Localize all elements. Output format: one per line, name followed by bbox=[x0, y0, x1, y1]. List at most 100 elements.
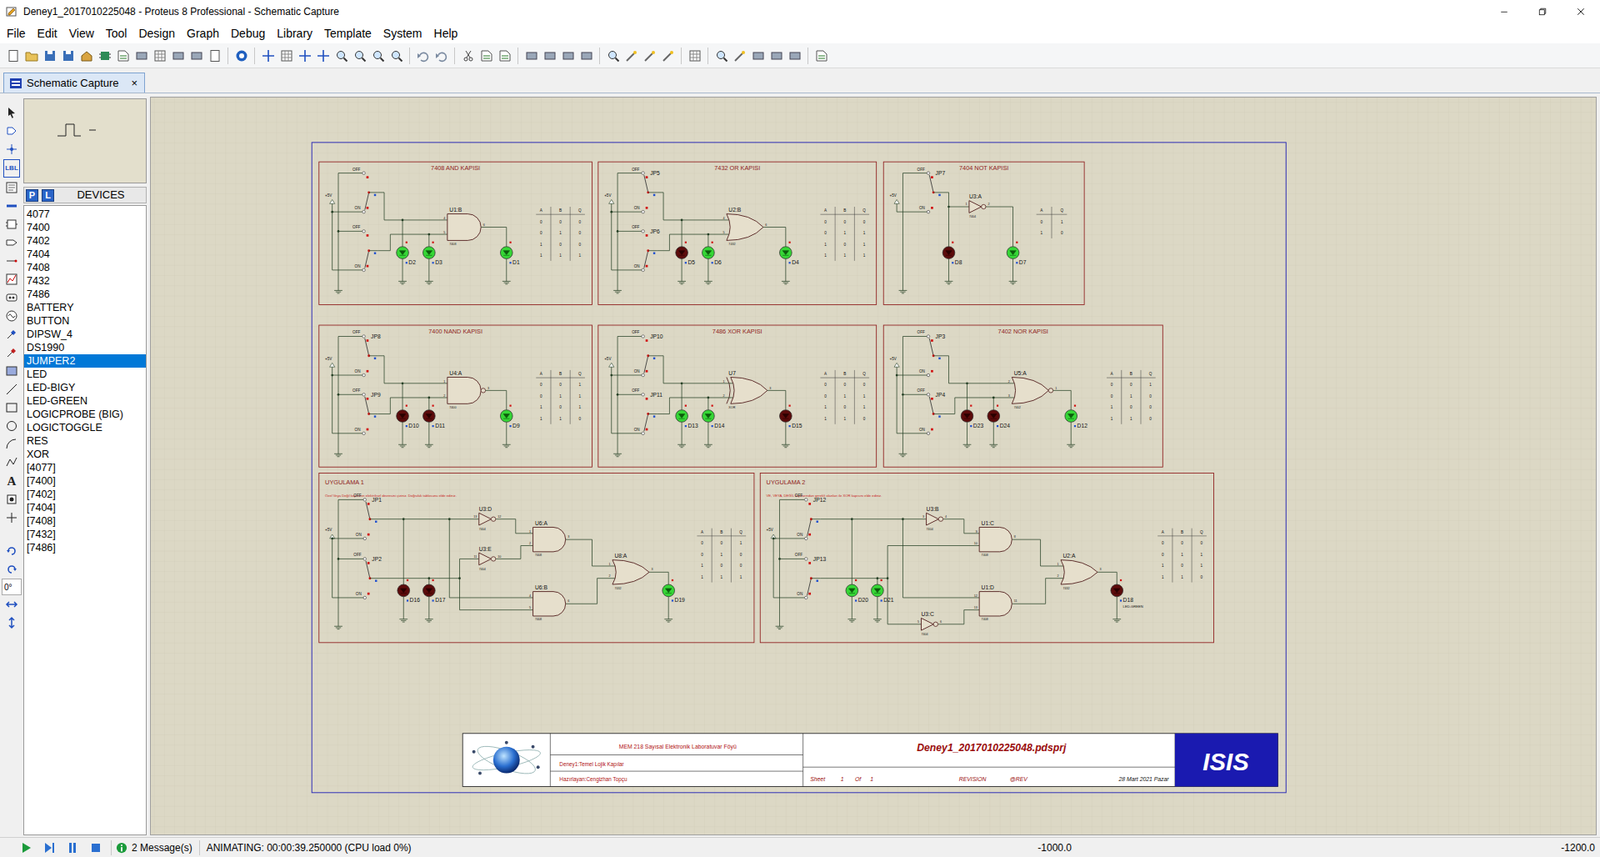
tool-icon[interactable] bbox=[60, 46, 76, 65]
mode-icon[interactable] bbox=[1, 380, 22, 399]
pause-icon[interactable] bbox=[61, 838, 84, 857]
device-item[interactable]: [7432] bbox=[24, 527, 146, 541]
mode-icon[interactable] bbox=[1, 541, 22, 560]
tool-icon[interactable] bbox=[813, 46, 830, 65]
tool-icon[interactable] bbox=[433, 46, 450, 65]
device-item[interactable]: LOGICTOGGLE bbox=[24, 420, 146, 435]
tool-icon[interactable] bbox=[478, 46, 495, 65]
device-item[interactable]: BUTTON bbox=[24, 314, 146, 328]
device-item[interactable]: 4077 bbox=[24, 207, 146, 221]
device-item[interactable]: 7432 bbox=[24, 274, 146, 288]
device-item[interactable]: [7408] bbox=[24, 514, 146, 528]
mode-icon[interactable] bbox=[1, 508, 22, 527]
mode-icon[interactable] bbox=[1, 140, 22, 159]
device-item[interactable]: JUMPER2 bbox=[24, 354, 146, 368]
tool-icon[interactable] bbox=[260, 46, 276, 65]
device-item[interactable]: 7408 bbox=[24, 260, 146, 275]
tool-icon[interactable] bbox=[206, 46, 223, 65]
menu-item[interactable]: Design bbox=[132, 23, 181, 44]
mode-icon[interactable] bbox=[1, 251, 22, 270]
device-item[interactable]: [7400] bbox=[24, 474, 146, 488]
tool-icon[interactable] bbox=[315, 46, 331, 65]
tool-icon[interactable] bbox=[133, 46, 150, 65]
tool-icon[interactable] bbox=[370, 46, 386, 65]
menu-item[interactable]: File bbox=[0, 23, 32, 44]
device-item[interactable]: DS1990 bbox=[24, 340, 146, 355]
tool-icon[interactable] bbox=[560, 46, 576, 65]
mode-icon[interactable] bbox=[1, 306, 22, 325]
device-item[interactable]: 7400 bbox=[24, 220, 146, 235]
schematic-canvas[interactable]: 7408 AND KAPISI+5VOFFONOFFONU1:B7408456D… bbox=[150, 96, 1597, 835]
text-tool[interactable]: A bbox=[7, 471, 17, 490]
tool-icon[interactable] bbox=[731, 46, 748, 65]
menu-item[interactable]: Graph bbox=[180, 23, 225, 44]
mode-icon[interactable] bbox=[1, 121, 22, 140]
mode-icon[interactable] bbox=[1, 196, 22, 215]
tool-icon[interactable] bbox=[388, 46, 405, 65]
tool-icon[interactable] bbox=[605, 46, 621, 65]
label-tool[interactable]: LBL bbox=[3, 159, 20, 178]
menu-item[interactable]: View bbox=[63, 23, 100, 44]
messages[interactable]: 2 Message(s) bbox=[131, 840, 193, 855]
device-item[interactable]: 7404 bbox=[24, 247, 146, 261]
tool-icon[interactable] bbox=[170, 46, 186, 65]
tool-icon[interactable] bbox=[460, 46, 476, 65]
tool-icon[interactable] bbox=[233, 46, 250, 65]
mode-icon[interactable] bbox=[1, 233, 22, 252]
mode-icon[interactable] bbox=[1, 103, 22, 122]
menu-item[interactable]: Edit bbox=[31, 23, 64, 44]
device-item[interactable]: DIPSW_4 bbox=[24, 327, 146, 341]
tool-icon[interactable] bbox=[686, 46, 703, 65]
menu-item[interactable]: Library bbox=[270, 23, 319, 44]
mode-icon[interactable] bbox=[1, 560, 22, 579]
step-icon[interactable] bbox=[38, 838, 60, 857]
device-item[interactable]: LOGICPROBE (BIG) bbox=[24, 407, 146, 421]
tool-icon[interactable] bbox=[5, 46, 21, 65]
tool-icon[interactable] bbox=[333, 46, 350, 65]
mode-icon[interactable] bbox=[1, 288, 22, 307]
tool-icon[interactable] bbox=[296, 46, 313, 65]
tool-icon[interactable] bbox=[151, 46, 168, 65]
tab-close[interactable]: × bbox=[130, 75, 140, 92]
device-item[interactable]: [7404] bbox=[24, 500, 146, 515]
device-item[interactable]: XOR bbox=[24, 447, 146, 461]
library-mode-button[interactable]: L bbox=[41, 189, 55, 202]
tab-label[interactable]: Schematic Capture bbox=[26, 75, 120, 92]
tool-icon[interactable] bbox=[523, 46, 540, 65]
minimize-icon[interactable] bbox=[1485, 0, 1524, 24]
menu-item[interactable]: Tool bbox=[100, 23, 134, 44]
device-item[interactable]: LED-BIGY bbox=[24, 380, 146, 395]
tool-icon[interactable] bbox=[713, 46, 730, 65]
tool-icon[interactable] bbox=[115, 46, 131, 65]
mode-icon[interactable] bbox=[1, 453, 22, 472]
device-item[interactable]: [4077] bbox=[24, 460, 146, 475]
mode-icon[interactable] bbox=[1, 361, 22, 380]
tool-icon[interactable] bbox=[578, 46, 595, 65]
device-item[interactable]: BATTERY bbox=[24, 300, 146, 315]
device-item[interactable]: [7402] bbox=[24, 487, 146, 501]
mode-icon[interactable] bbox=[1, 325, 22, 344]
tool-icon[interactable] bbox=[23, 46, 40, 65]
play-icon[interactable] bbox=[15, 838, 37, 857]
mode-icon[interactable] bbox=[1, 215, 22, 234]
menu-item[interactable]: Help bbox=[428, 23, 465, 44]
tool-icon[interactable] bbox=[415, 46, 431, 65]
rotation-field[interactable]: 0° bbox=[1, 578, 22, 595]
mode-icon[interactable] bbox=[1, 178, 22, 197]
tool-icon[interactable] bbox=[786, 46, 803, 65]
tool-icon[interactable] bbox=[750, 46, 766, 65]
restore-icon[interactable] bbox=[1523, 0, 1562, 24]
mode-icon[interactable] bbox=[1, 270, 22, 289]
mode-icon[interactable] bbox=[1, 613, 22, 632]
mode-icon[interactable] bbox=[1, 398, 22, 417]
tool-icon[interactable] bbox=[623, 46, 640, 65]
tool-icon[interactable] bbox=[78, 46, 95, 65]
tool-icon[interactable] bbox=[188, 46, 205, 65]
device-item[interactable]: RES bbox=[24, 434, 146, 448]
device-item[interactable]: LED bbox=[24, 367, 146, 381]
tab[interactable]: Schematic Capture × bbox=[3, 72, 145, 93]
mode-icon[interactable] bbox=[1, 416, 22, 435]
tool-icon[interactable] bbox=[351, 46, 368, 65]
menu-item[interactable]: Debug bbox=[225, 23, 271, 44]
tool-icon[interactable] bbox=[768, 46, 785, 65]
